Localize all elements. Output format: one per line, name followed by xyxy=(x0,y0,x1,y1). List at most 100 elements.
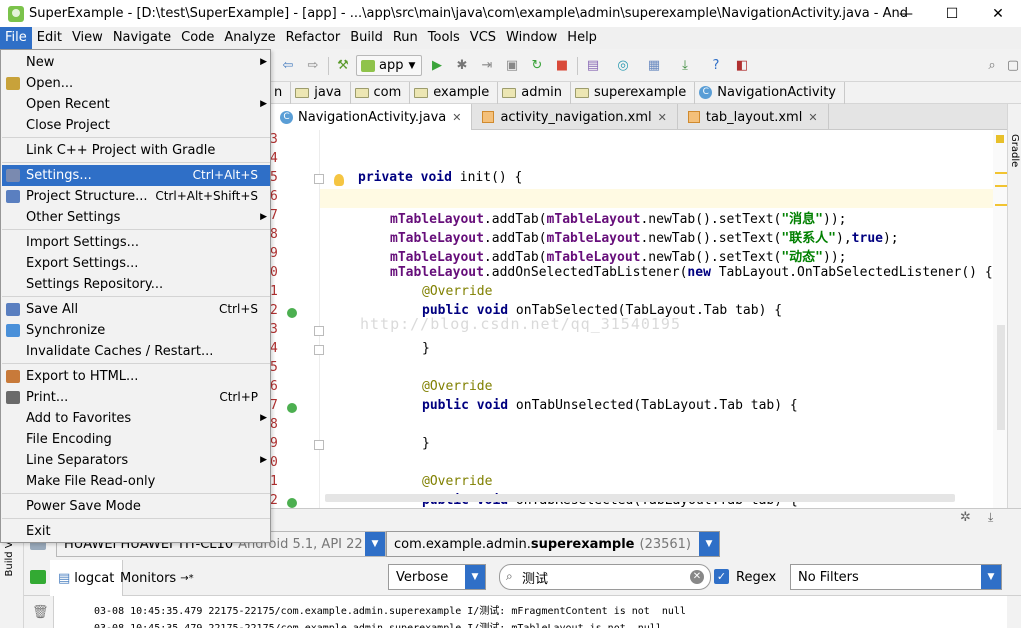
avd-manager-icon[interactable]: ▤ xyxy=(584,56,602,74)
debug-icon[interactable]: ✱ xyxy=(453,56,471,74)
menu-item-project-structure[interactable]: Project Structure... Ctrl+Alt+Shift+S xyxy=(2,186,270,207)
lightbulb-icon[interactable] xyxy=(334,174,344,186)
menu-item-new[interactable]: New ▶ xyxy=(2,52,270,73)
menu-item-synchronize[interactable]: Synchronize xyxy=(2,320,270,341)
search-everywhere-icon[interactable]: ⌕ xyxy=(983,56,1001,74)
project-structure-icon[interactable]: ▦ xyxy=(645,56,663,74)
maximize-button[interactable]: ☐ xyxy=(929,0,975,27)
breadcrumb-item[interactable]: example xyxy=(410,81,499,104)
breadcrumb-item[interactable]: com xyxy=(351,81,411,104)
menu-item-save-all[interactable]: Save All Ctrl+S xyxy=(2,299,270,320)
code-editor[interactable]: 3 4 5 6 7 8 9 0 1 2 3 4 5 6 7 8 9 0 1 2 … xyxy=(270,130,993,508)
warning-marker[interactable] xyxy=(995,172,1007,174)
menu-item-settings-repository[interactable]: Settings Repository... xyxy=(2,274,270,295)
sync-gradle-icon[interactable]: ◎ xyxy=(614,56,632,74)
menu-tools[interactable]: Tools xyxy=(423,27,465,49)
log-search-input[interactable]: ⌕ 测试 ✕ xyxy=(499,564,711,590)
menu-item-label: Export Settings... xyxy=(26,256,139,271)
tab-tab-layout-xml[interactable]: tab_layout.xml ✕ xyxy=(678,104,829,130)
fold-marker-icon[interactable] xyxy=(314,440,324,450)
trash-icon[interactable]: 🗑 xyxy=(32,605,49,620)
menu-item-import-settings[interactable]: Import Settings... xyxy=(2,232,270,253)
menu-item-print[interactable]: Print... Ctrl+P xyxy=(2,387,270,408)
menu-window[interactable]: Window xyxy=(501,27,562,49)
gear-icon[interactable]: ✲ xyxy=(960,510,971,525)
warning-marker[interactable] xyxy=(995,204,1007,206)
override-method-icon[interactable] xyxy=(287,498,297,508)
forward-icon[interactable]: ⇨ xyxy=(304,56,322,74)
override-method-icon[interactable] xyxy=(287,308,297,318)
chevron-down-icon: ▼ xyxy=(408,60,416,71)
fold-marker-icon[interactable] xyxy=(314,345,324,355)
menu-item-line-separators[interactable]: Line Separators ▶ xyxy=(2,450,270,471)
menu-view[interactable]: View xyxy=(67,27,108,49)
hide-panel-icon[interactable]: ⤓ xyxy=(988,510,993,525)
menu-item-file-encoding[interactable]: File Encoding xyxy=(2,429,270,450)
menu-analyze[interactable]: Analyze xyxy=(219,27,280,49)
menu-code[interactable]: Code xyxy=(176,27,219,49)
menu-help[interactable]: Help xyxy=(562,27,602,49)
tab-monitors[interactable]: Monitors →* xyxy=(112,560,202,596)
filter-select[interactable]: No Filters ▼ xyxy=(790,564,1002,590)
close-icon[interactable]: ✕ xyxy=(452,111,461,124)
menu-refactor[interactable]: Refactor xyxy=(281,27,346,49)
fold-marker-icon[interactable] xyxy=(314,174,324,184)
menu-item-export-to-html[interactable]: Export to HTML... xyxy=(2,366,270,387)
menu-item-open[interactable]: Open... xyxy=(2,73,270,94)
menu-item-add-to-favorites[interactable]: Add to Favorites ▶ xyxy=(2,408,270,429)
menu-item-settings[interactable]: Settings... Ctrl+Alt+S xyxy=(2,165,270,186)
breadcrumb-item[interactable]: java xyxy=(291,81,351,104)
menu-vcs[interactable]: VCS xyxy=(465,27,501,49)
menu-item-export-settings[interactable]: Export Settings... xyxy=(2,253,270,274)
fold-marker-icon[interactable] xyxy=(314,326,324,336)
toolbar-overflow-icon[interactable]: ▢ xyxy=(1004,56,1021,74)
restart-icon[interactable] xyxy=(30,570,46,584)
stop-icon[interactable]: ■ xyxy=(553,56,571,74)
override-method-icon[interactable] xyxy=(287,403,297,413)
regex-checkbox[interactable]: ✓ xyxy=(714,569,729,584)
close-icon[interactable]: ✕ xyxy=(808,111,817,124)
vertical-scrollbar-thumb[interactable] xyxy=(997,325,1005,430)
make-project-icon[interactable]: ⚒ xyxy=(334,56,352,74)
menu-build[interactable]: Build xyxy=(345,27,388,49)
menu-item-other-settings[interactable]: Other Settings ▶ xyxy=(2,207,270,228)
log-scrollbar[interactable] xyxy=(1007,596,1021,628)
coverage-icon[interactable]: ▣ xyxy=(503,56,521,74)
menu-file[interactable]: File xyxy=(0,27,32,49)
run-icon[interactable]: ▶ xyxy=(428,56,446,74)
warning-marker[interactable] xyxy=(995,185,1007,187)
gradle-tool-button[interactable]: Gradle xyxy=(1009,134,1020,167)
menu-item-exit[interactable]: Exit xyxy=(2,521,270,542)
close-icon[interactable]: ✕ xyxy=(658,111,667,124)
menu-edit[interactable]: Edit xyxy=(32,27,67,49)
breadcrumb-item[interactable]: admin xyxy=(498,81,571,104)
menu-item-make-file-read-only[interactable]: Make File Read-only xyxy=(2,471,270,492)
process-select[interactable]: com.example.admin. superexample (23561) ▼ xyxy=(386,531,720,557)
tab-navigation-activity[interactable]: C NavigationActivity.java ✕ xyxy=(270,104,473,130)
menu-run[interactable]: Run xyxy=(388,27,423,49)
run-configuration-select[interactable]: app ▼ xyxy=(356,55,422,76)
attach-debugger-icon[interactable]: ⇥ xyxy=(478,56,496,74)
logcat-output[interactable]: 🗑 03-08 10:45:35.479 22175-22175/com.exa… xyxy=(24,596,1021,628)
tab-activity-navigation-xml[interactable]: activity_navigation.xml ✕ xyxy=(472,104,678,130)
breadcrumb-item[interactable]: n xyxy=(270,81,292,104)
back-icon[interactable]: ⇦ xyxy=(279,56,297,74)
minimize-button[interactable]: — xyxy=(883,0,929,27)
close-button[interactable]: ✕ xyxy=(975,0,1021,27)
menu-navigate[interactable]: Navigate xyxy=(108,27,176,49)
android-device-monitor-icon[interactable]: ◧ xyxy=(733,56,751,74)
horizontal-scrollbar[interactable] xyxy=(325,494,955,502)
sdk-manager-icon[interactable]: ⤓ xyxy=(676,56,694,74)
submenu-arrow-icon: ▶ xyxy=(260,212,267,222)
log-level-select[interactable]: Verbose ▼ xyxy=(388,564,486,590)
breadcrumb-item[interactable]: C NavigationActivity xyxy=(695,81,845,104)
menu-item-link-c++-project-with-gradle[interactable]: Link C++ Project with Gradle xyxy=(2,140,270,161)
menu-item-close-project[interactable]: Close Project xyxy=(2,115,270,136)
menu-item-power-save-mode[interactable]: Power Save Mode xyxy=(2,496,270,517)
clear-search-icon[interactable]: ✕ xyxy=(690,570,704,584)
help-icon[interactable]: ? xyxy=(707,56,725,74)
apply-changes-icon[interactable]: ↻ xyxy=(528,56,546,74)
breadcrumb-item[interactable]: superexample xyxy=(571,81,696,104)
menu-item-open-recent[interactable]: Open Recent ▶ xyxy=(2,94,270,115)
menu-item-invalidate-caches-restart[interactable]: Invalidate Caches / Restart... xyxy=(2,341,270,362)
